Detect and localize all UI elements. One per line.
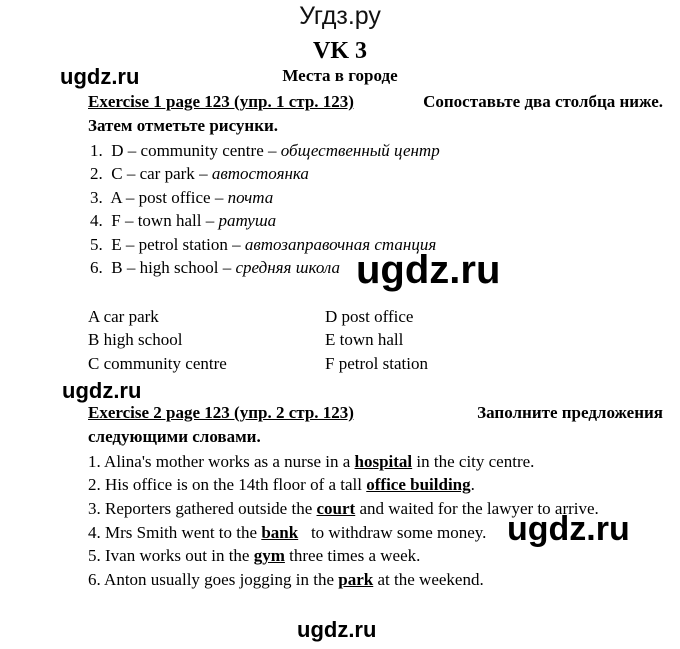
watermark: ugdz.ru	[62, 378, 142, 403]
answer-item: 2. C – car park – автостоянка	[90, 164, 309, 183]
sentence: 1. Alina's mother works as a nurse in a …	[88, 452, 535, 471]
exercise1-header: Exercise 1 page 123 (упр. 1 стр. 123) Со…	[88, 92, 663, 112]
sentence: 6. Anton usually goes jogging in the par…	[88, 570, 484, 589]
picture-label: C community centre	[88, 354, 227, 373]
answer-word: hospital	[354, 452, 413, 471]
answer-word: office building	[366, 475, 471, 494]
answer-word: gym	[253, 546, 285, 565]
picture-label: F petrol station	[325, 354, 428, 373]
picture-label: D post office	[325, 307, 414, 326]
exercise1-instruction: Сопоставьте два столбца ниже.	[423, 92, 663, 111]
answer-word: bank	[261, 523, 299, 542]
subtitle: Места в городе	[282, 66, 398, 85]
picture-label: E town hall	[325, 330, 404, 349]
answer-item: 4. F – town hall – ратуша	[90, 211, 277, 230]
answer-item: 6. B – high school – средняя школа	[90, 258, 341, 277]
exercise2-header: Exercise 2 page 123 (упр. 2 стр. 123) За…	[88, 403, 663, 423]
sentence: 4. Mrs Smith went to the bank to withdra…	[88, 523, 487, 542]
sentence: 2. His office is on the 14th floor of a …	[88, 475, 475, 494]
sentence: 5. Ivan works out in the gym three times…	[88, 546, 421, 565]
answer-item: 1. D – community centre – общественный ц…	[90, 141, 440, 160]
picture-label: A car park	[88, 307, 159, 326]
watermark: ugdz.ru	[507, 510, 630, 548]
picture-label: B high school	[88, 330, 183, 349]
page-heading: VK 3	[313, 38, 367, 64]
answer-word: park	[338, 570, 374, 589]
exercise2-instruction-cont: следующими словами.	[88, 427, 261, 446]
watermark: ugdz.ru	[356, 248, 501, 292]
exercise2-ref: Exercise 2 page 123 (упр. 2 стр. 123)	[88, 403, 354, 422]
answer-word: court	[316, 499, 356, 518]
site-title: Угдз.ру	[299, 2, 381, 30]
exercise2-instruction: Заполните предложения	[477, 403, 663, 422]
exercise1-ref: Exercise 1 page 123 (упр. 1 стр. 123)	[88, 92, 354, 111]
answer-item: 3. A – post office – почта	[90, 188, 274, 207]
watermark: ugdz.ru	[297, 617, 377, 642]
exercise1-instruction-cont: Затем отметьте рисунки.	[88, 116, 279, 135]
